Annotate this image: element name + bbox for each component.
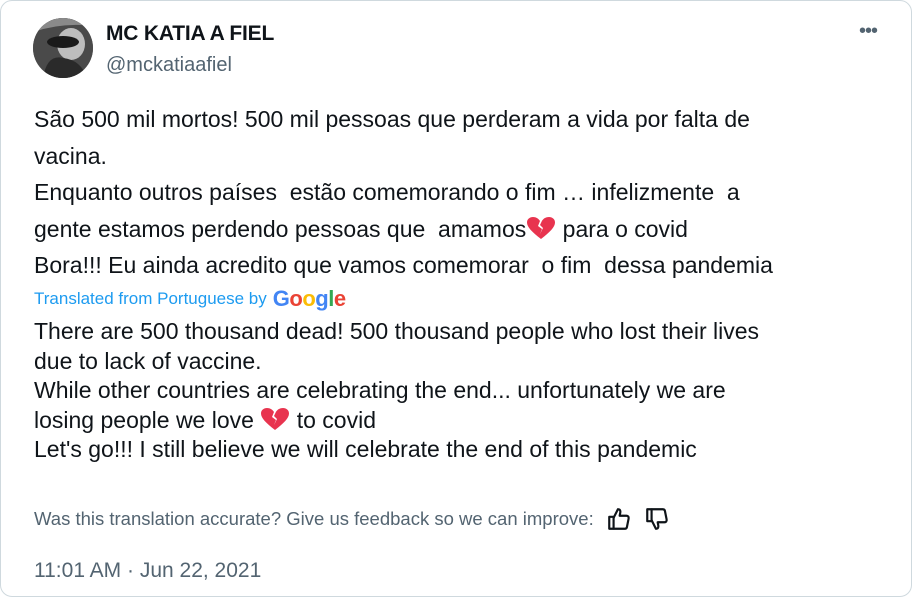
author-handle[interactable]: @mckatiaafiel [106,54,232,77]
original-line-1: São 500 mil mortos! 500 mil pessoas que … [34,106,750,132]
original-tweet-text: São 500 mil mortos! 500 mil pessoas que … [34,101,894,284]
translation-feedback: Was this translation accurate? Give us f… [34,506,670,532]
google-logo: Google [272,286,346,311]
avatar[interactable] [33,18,93,78]
tweet-timestamp[interactable]: 11:01 AM · Jun 22, 2021 [34,559,261,583]
thumbs-down-icon[interactable] [644,506,670,532]
thumbs-up-icon[interactable] [606,506,632,532]
feedback-question: Was this translation accurate? Give us f… [34,508,594,529]
translation-line-1: There are 500 thousand dead! 500 thousan… [34,318,760,344]
translated-tweet-text: There are 500 thousand dead! 500 thousan… [34,317,894,465]
translation-line-4b: to covid [290,406,376,433]
original-line-3: Enquanto outros países estão comemorando… [34,179,740,205]
original-line-4b: para o covid [556,215,688,242]
author-name[interactable]: MC KATIA A FIEL [106,22,274,46]
original-line-2: vacina. [34,142,107,169]
original-line-5: Bora!!! Eu ainda acredito que vamos come… [34,252,773,278]
translated-from-label[interactable]: Translated from Portuguese by [34,289,267,309]
translation-line-5: Let's go!!! I still believe we will cele… [34,436,697,462]
translation-line-2: due to lack of vaccine. [34,347,262,374]
original-line-4a: gente estamos perdendo pessoas que amamo… [34,215,527,242]
translation-attribution: Translated from Portuguese by Google [34,286,346,312]
translation-line-3: While other countries are celebrating th… [34,377,726,403]
more-options-icon[interactable]: ••• [853,21,883,45]
broken-heart-emoji [260,407,290,431]
broken-heart-emoji [526,214,556,239]
translation-line-4a: losing people we love [34,406,261,433]
tweet-card: MC KATIA A FIEL @mckatiaafiel ••• São 50… [0,0,912,597]
